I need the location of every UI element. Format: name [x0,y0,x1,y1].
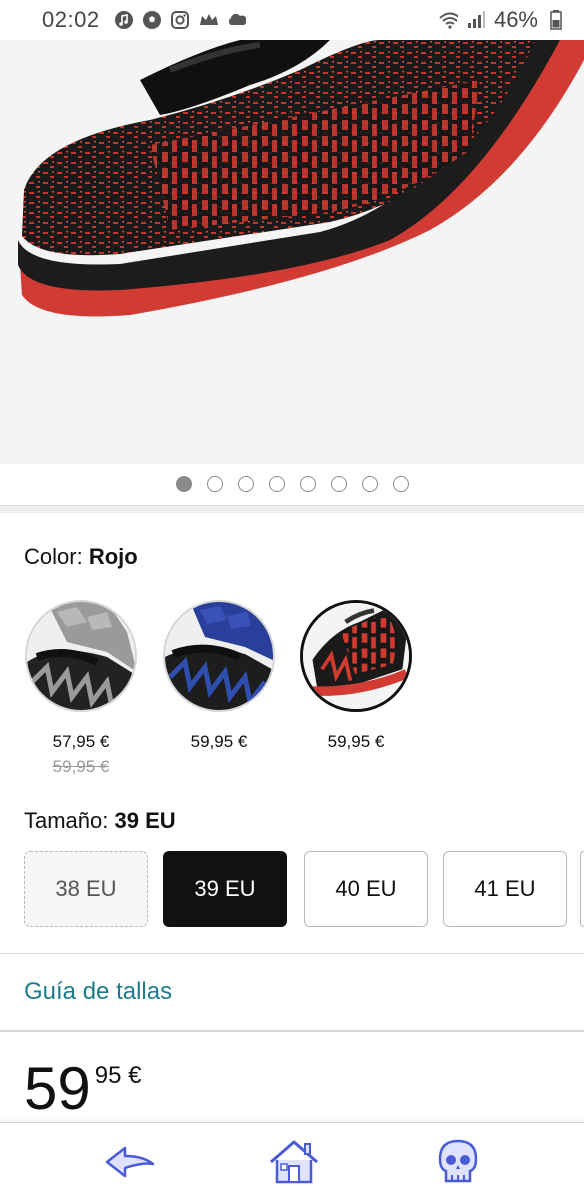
signal-icon [466,10,486,30]
color-swatch-gray[interactable] [25,600,137,712]
red-shoe-thumbnail [303,603,409,709]
size-option-38[interactable]: 38 EU [24,851,148,927]
carousel-dot[interactable] [330,476,347,492]
selected-size: 39 EU [114,808,176,833]
color-label: Color: Rojo [24,544,138,570]
notification-icons [114,10,246,30]
cloud-icon [226,10,246,30]
image-carousel-indicator [0,476,584,492]
carousel-dot[interactable] [237,476,254,492]
carousel-dot[interactable] [392,476,409,492]
skull-icon [438,1139,478,1183]
battery-icon [546,10,566,30]
divider [0,953,584,954]
price-decimal: 95 € [94,1062,142,1089]
system-icons: 46% [438,7,566,33]
price-integer: 59 [24,1055,91,1122]
size-label-text: Tamaño: [24,808,109,833]
product-price: 59 95 € [24,1058,141,1120]
back-arrow-icon [105,1146,155,1178]
size-guide-link[interactable]: Guía de tallas [24,978,172,1006]
color-swatch-blue[interactable] [163,600,275,712]
music-icon [114,10,134,30]
blue-shoe-thumbnail [165,602,273,710]
color-old-price-gray: 59,95 € [52,757,110,776]
status-bar: 02:02 46% [0,0,584,40]
divider [0,1030,584,1032]
crown-icon [198,10,218,30]
soccer-ball-icon [142,10,162,30]
carousel-dot[interactable] [299,476,316,492]
size-label: Tamaño: 39 EU [24,808,176,834]
back-button[interactable] [102,1135,158,1189]
carousel-dot[interactable] [206,476,223,492]
status-time: 02:02 [42,7,100,32]
carousel-dot[interactable] [175,476,192,492]
product-image[interactable] [0,40,584,464]
battery-percent: 46% [493,7,538,32]
color-price-blue: 59,95 € [190,732,248,751]
size-option-39[interactable]: 39 EU [163,851,287,927]
gray-shoe-thumbnail [27,602,135,710]
color-price-gray: 57,95 € [52,732,110,751]
shoe-illustration [18,40,584,317]
wifi-icon [438,10,458,30]
home-button[interactable] [266,1135,322,1189]
instagram-icon [170,10,190,30]
section-divider [0,505,584,513]
color-label-text: Color: [24,544,83,569]
color-price-red: 59,95 € [327,732,385,751]
carousel-dot[interactable] [268,476,285,492]
selected-color: Rojo [88,544,138,569]
skull-button[interactable] [430,1135,486,1189]
home-icon [270,1140,318,1184]
carousel-dot[interactable] [361,476,378,492]
color-swatch-red[interactable] [300,600,412,712]
size-option-40[interactable]: 40 EU [304,851,428,927]
size-option-next-partial[interactable] [580,851,584,927]
bottom-navigation-bar [0,1122,584,1200]
size-option-41[interactable]: 41 EU [443,851,567,927]
